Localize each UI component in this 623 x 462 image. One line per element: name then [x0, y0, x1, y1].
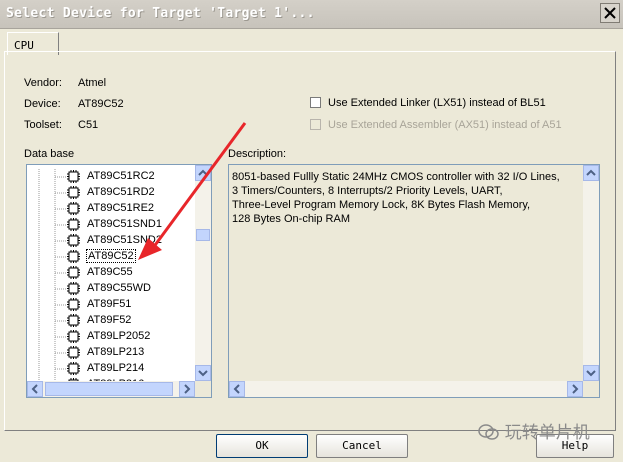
chip-icon — [67, 362, 80, 375]
chevron-left-icon — [233, 384, 240, 394]
scroll-up-button[interactable] — [195, 165, 211, 181]
tree-item[interactable]: AT89C51RC2 — [27, 169, 195, 185]
tree-item[interactable]: AT89C51SND1 — [27, 217, 195, 233]
wechat-icon — [478, 424, 499, 440]
tree-item[interactable]: AT89C55 — [27, 265, 195, 281]
tree-item[interactable]: AT89C51RD2 — [27, 185, 195, 201]
extended-linker-label[interactable]: Use Extended Linker (LX51) instead of BL… — [328, 97, 546, 109]
desc-scrollbar-corner — [583, 381, 599, 397]
tree-item-label: AT89F51 — [87, 298, 132, 310]
tree-item[interactable]: AT89LP2052 — [27, 329, 195, 345]
tree-item-label: AT89C55WD — [87, 282, 151, 294]
chevron-down-icon — [586, 370, 596, 377]
chip-icon — [67, 266, 80, 279]
tree-item[interactable]: AT89C55WD — [27, 281, 195, 297]
description-vertical-scrollbar[interactable] — [583, 165, 599, 381]
scroll-down-button[interactable] — [195, 365, 211, 381]
description-line: 128 Bytes On-chip RAM — [232, 213, 350, 225]
description-line: 8051-based Fullly Static 24MHz CMOS cont… — [232, 171, 560, 183]
horizontal-scroll-thumb[interactable] — [45, 382, 173, 396]
chip-icon — [67, 298, 80, 311]
window-title: Select Device for Target 'Target 1'... — [6, 6, 315, 21]
extended-assembler-label: Use Extended Assembler (AX51) instead of… — [328, 119, 562, 131]
tree-item[interactable]: AT89C52 — [27, 249, 195, 265]
chip-icon — [67, 330, 80, 343]
close-button[interactable] — [600, 3, 620, 23]
desc-scroll-up-button[interactable] — [583, 165, 599, 181]
vertical-scroll-thumb[interactable] — [196, 229, 210, 241]
tree-item[interactable]: AT89F51 — [27, 297, 195, 313]
tree-item-label: AT89C51RD2 — [87, 186, 155, 198]
chip-icon — [67, 282, 80, 295]
tree-item-label: AT89F52 — [87, 314, 132, 326]
chip-icon — [67, 186, 80, 199]
tree-item-label: AT89C51RC2 — [87, 170, 155, 182]
tree-item[interactable]: AT89C51RE2 — [27, 201, 195, 217]
tree-item-label: AT89LP2052 — [87, 330, 151, 342]
description-box: 8051-based Fullly Static 24MHz CMOS cont… — [228, 164, 600, 398]
ok-button[interactable]: OK — [216, 434, 308, 458]
chip-icon — [67, 170, 80, 183]
description-label: Description: — [228, 148, 287, 160]
description-line: 3 Timers/Counters, 8 Interrupts/2 Priori… — [232, 185, 503, 197]
chevron-right-icon — [184, 384, 191, 394]
scrollbar-corner — [195, 381, 211, 397]
device-label: Device: — [24, 98, 61, 110]
title-bar[interactable]: Select Device for Target 'Target 1'... — [0, 0, 623, 29]
toolset-value: C51 — [78, 119, 99, 131]
tree-item[interactable]: AT89F52 — [27, 313, 195, 329]
cancel-button[interactable]: Cancel — [316, 434, 408, 458]
watermark: 玩转单片机 — [478, 418, 590, 443]
vendor-value: Atmel — [78, 77, 107, 89]
chip-icon — [67, 346, 80, 359]
tree-item[interactable]: AT89LP214 — [27, 361, 195, 377]
chevron-up-icon — [198, 169, 208, 176]
tree-item[interactable]: AT89LP213 — [27, 345, 195, 361]
device-value: AT89C52 — [78, 98, 124, 110]
tree-item-label: AT89C51SND2 — [87, 234, 162, 246]
desc-scroll-right-button[interactable] — [567, 381, 583, 397]
close-icon — [604, 7, 616, 19]
chip-icon — [67, 202, 80, 215]
toolset-label: Toolset: — [24, 119, 62, 131]
extended-linker-checkbox[interactable] — [310, 97, 321, 108]
scroll-left-button[interactable] — [27, 381, 43, 397]
chevron-left-icon — [31, 384, 38, 394]
tree-item-label: AT89LP213 — [87, 346, 145, 358]
chip-icon — [67, 234, 80, 247]
description-line: Three-Level Program Memory Lock, 8K Byte… — [232, 199, 531, 211]
device-database-tree[interactable]: AT89C51RC2 AT89C51RD2 AT89C51RE2 AT89C51SND… — [26, 164, 212, 398]
tree-item-label: AT89C51SND1 — [87, 218, 162, 230]
tree-item-label: AT89C52 — [86, 249, 136, 263]
tree-horizontal-scrollbar[interactable] — [27, 381, 195, 397]
description-horizontal-scrollbar[interactable] — [229, 381, 583, 397]
desc-scroll-down-button[interactable] — [583, 365, 599, 381]
chip-icon — [67, 218, 80, 231]
vendor-label: Vendor: — [24, 77, 62, 89]
tree-item-label: AT89C55 — [87, 266, 133, 278]
tree-item[interactable]: AT89C51SND2 — [27, 233, 195, 249]
watermark-text: 玩转单片机 — [504, 423, 590, 442]
tree-vertical-scrollbar[interactable] — [195, 165, 211, 381]
extended-assembler-checkbox — [310, 119, 321, 130]
tree-item-label: AT89C51RE2 — [87, 202, 155, 214]
scroll-right-button[interactable] — [179, 381, 195, 397]
chevron-right-icon — [572, 384, 579, 394]
chevron-down-icon — [198, 370, 208, 377]
desc-scroll-left-button[interactable] — [229, 381, 245, 397]
tree-item-label: AT89LP214 — [87, 362, 145, 374]
database-label: Data base — [24, 148, 75, 160]
chevron-up-icon — [586, 169, 596, 176]
chip-icon — [67, 314, 80, 327]
chip-icon — [67, 250, 80, 263]
